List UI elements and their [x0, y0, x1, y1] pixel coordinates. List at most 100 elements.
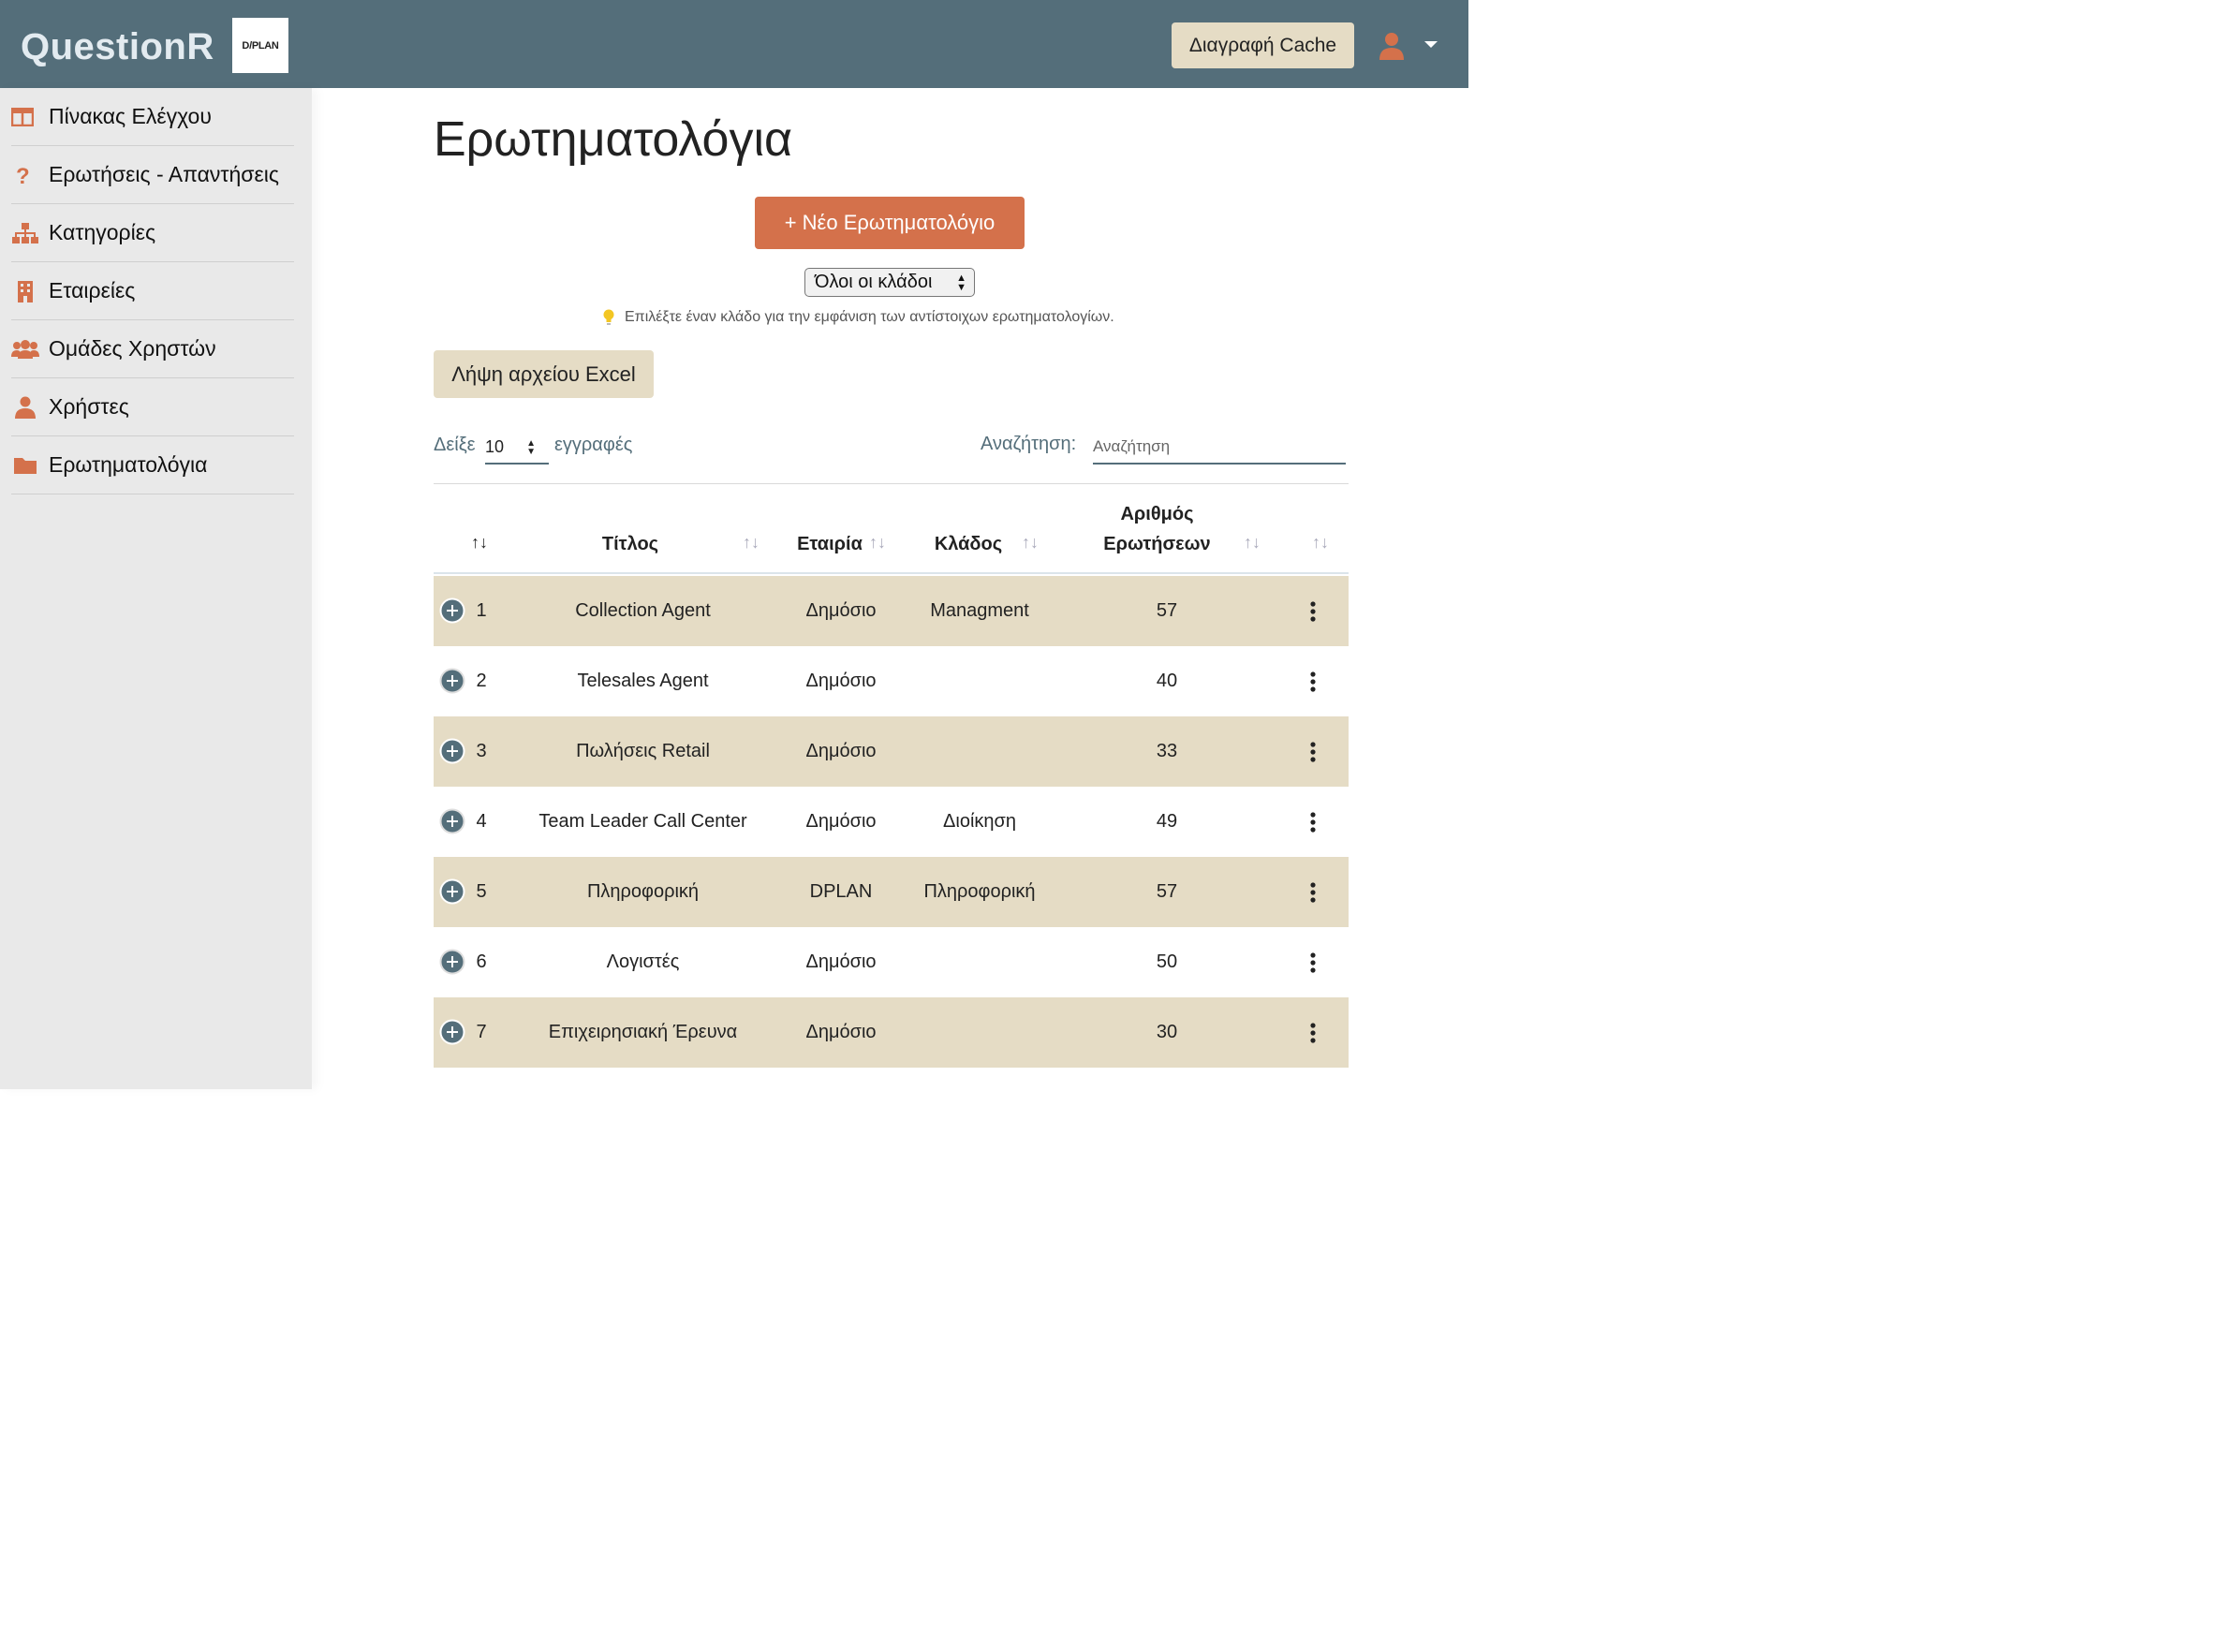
row-company: Δημόσιο [805, 811, 877, 832]
branch-filter-value: Όλοι οι κλάδοι [815, 272, 933, 292]
row-actions-icon[interactable] [1309, 811, 1317, 833]
branch-hint: Επιλέξτε έναν κλάδο για την εμφάνιση των… [602, 309, 1114, 326]
sort-title-icon[interactable]: ↑↓ [743, 533, 760, 553]
search-input[interactable] [1093, 431, 1346, 465]
sidebar-item-user-groups[interactable]: Ομάδες Χρηστών [11, 320, 294, 378]
table-row[interactable]: 1 Collection Agent Δημόσιο Managment 57 [434, 576, 1349, 646]
lightbulb-icon [603, 309, 614, 325]
row-id: 2 [476, 671, 487, 691]
question-icon: ? [11, 164, 39, 186]
row-count: 49 [1156, 811, 1178, 832]
divider [434, 483, 1349, 484]
row-id: 1 [476, 600, 487, 621]
row-branch: Managment [930, 600, 1029, 621]
page-length-select[interactable]: 10 ▲ ▼ [485, 433, 549, 465]
table-row[interactable]: 2 Telesales Agent Δημόσιο 40 [434, 646, 1349, 716]
sidebar: Πίνακας Ελέγχου ? Ερωτήσεις - Απαντήσεις… [0, 88, 312, 1089]
row-count: 57 [1156, 881, 1178, 902]
expand-row-icon[interactable] [439, 738, 465, 764]
expand-row-icon[interactable] [439, 668, 465, 694]
row-count: 40 [1156, 671, 1178, 691]
column-header-company[interactable]: Εταιρία [789, 529, 870, 559]
row-actions-icon[interactable] [1309, 600, 1317, 623]
row-id: 6 [476, 951, 487, 972]
row-company: Δημόσιο [805, 741, 877, 761]
expand-row-icon[interactable] [439, 949, 465, 975]
sidebar-item-label: Εταιρείες [49, 278, 136, 302]
sidebar-item-questions[interactable]: ? Ερωτήσεις - Απαντήσεις [11, 146, 294, 204]
expand-row-icon[interactable] [439, 808, 465, 834]
table-row[interactable]: 3 Πωλήσεις Retail Δημόσιο 33 [434, 716, 1349, 787]
sidebar-item-label: Χρήστες [49, 394, 129, 419]
column-header-title[interactable]: Τίτλος [574, 529, 686, 559]
row-id: 4 [476, 811, 487, 832]
search-label: Αναζήτηση: [981, 434, 1077, 454]
select-arrows-icon: ▲ ▼ [526, 438, 536, 457]
building-icon [11, 280, 39, 302]
column-header-branch[interactable]: Κλάδος [926, 529, 1010, 559]
folder-icon [11, 454, 39, 477]
row-title: Team Leader Call Center [538, 811, 747, 832]
row-company: Δημόσιο [805, 1022, 877, 1042]
row-branch [909, 716, 1050, 787]
row-title: Πληροφορική [586, 881, 700, 902]
row-actions-icon[interactable] [1309, 741, 1317, 763]
row-actions-icon[interactable] [1309, 1022, 1317, 1044]
expand-row-icon[interactable] [439, 597, 465, 624]
sidebar-item-label: Κατηγορίες [49, 220, 156, 244]
select-arrows-icon: ▲ ▼ [956, 273, 966, 293]
row-actions-icon[interactable] [1309, 671, 1317, 693]
row-branch: Πληροφορική [923, 881, 1036, 902]
svg-text:?: ? [16, 164, 30, 186]
sort-branch-icon[interactable]: ↑↓ [1022, 533, 1039, 553]
table-row[interactable]: 7 Επιχειρησιακή Έρευνα Δημόσιο 30 [434, 997, 1349, 1068]
row-title: Collection Agent [575, 600, 711, 621]
table-row[interactable]: 4 Team Leader Call Center Δημόσιο Διοίκη… [434, 787, 1349, 857]
row-count: 57 [1156, 600, 1178, 621]
row-count: 33 [1156, 741, 1178, 761]
hint-text: Επιλέξτε έναν κλάδο για την εμφάνιση των… [625, 309, 1114, 325]
sort-company-icon[interactable]: ↑↓ [869, 533, 886, 553]
row-title: Λογιστές [606, 951, 680, 972]
sidebar-item-users[interactable]: Χρήστες [11, 378, 294, 436]
row-id: 5 [476, 881, 487, 902]
logo-text: D/PLAN [242, 39, 279, 52]
table-row[interactable]: 5 Πληροφορική DPLAN Πληροφορική 57 [434, 857, 1349, 927]
page-title: Ερωτηματολόγια [434, 112, 793, 167]
sort-actions-icon[interactable]: ↑↓ [1312, 533, 1329, 553]
row-actions-icon[interactable] [1309, 951, 1317, 974]
row-company: DPLAN [809, 881, 873, 902]
column-header-count-line1[interactable]: Αριθμός [1089, 499, 1225, 529]
company-logo: D/PLAN [232, 18, 288, 73]
row-count: 50 [1156, 951, 1178, 972]
row-title: Πωλήσεις Retail [576, 741, 710, 761]
row-company: Δημόσιο [805, 951, 877, 972]
sidebar-item-questionnaires[interactable]: Ερωτηματολόγια [11, 436, 294, 494]
brand-title[interactable]: QuestionR [21, 24, 214, 69]
sidebar-item-dashboard[interactable]: Πίνακας Ελέγχου [11, 88, 294, 146]
sort-id-icon[interactable]: ↑↓ [471, 533, 488, 553]
users-icon [11, 338, 39, 361]
user-menu-icon[interactable] [1379, 32, 1405, 60]
row-actions-icon[interactable] [1309, 881, 1317, 904]
branch-filter-select[interactable]: Όλοι οι κλάδοι ▲ ▼ [804, 268, 975, 297]
sidebar-item-label: Πίνακας Ελέγχου [49, 104, 212, 128]
expand-row-icon[interactable] [439, 1019, 465, 1045]
caret-down-icon[interactable] [1424, 41, 1438, 48]
new-questionnaire-button[interactable]: + Νέο Ερωτηματολόγιο [755, 197, 1025, 249]
row-id: 7 [476, 1022, 487, 1042]
table-row[interactable]: 6 Λογιστές Δημόσιο 50 [434, 927, 1349, 997]
sidebar-item-companies[interactable]: Εταιρείες [11, 262, 294, 320]
column-header-count-line2[interactable]: Ερωτήσεων [1089, 529, 1225, 559]
sidebar-item-categories[interactable]: Κατηγορίες [11, 204, 294, 262]
clear-cache-button[interactable]: Διαγραφή Cache [1172, 22, 1354, 68]
table-icon [11, 106, 39, 128]
row-title: Telesales Agent [577, 671, 709, 691]
download-excel-button[interactable]: Λήψη αρχείου Excel [434, 350, 654, 398]
expand-row-icon[interactable] [439, 878, 465, 905]
top-navbar: QuestionR D/PLAN Διαγραφή Cache [0, 0, 1468, 88]
length-suffix: εγγραφές [554, 435, 633, 455]
sidebar-item-label: Ερωτηματολόγια [49, 452, 208, 477]
sort-count-icon[interactable]: ↑↓ [1244, 533, 1261, 553]
row-company: Δημόσιο [805, 600, 877, 621]
